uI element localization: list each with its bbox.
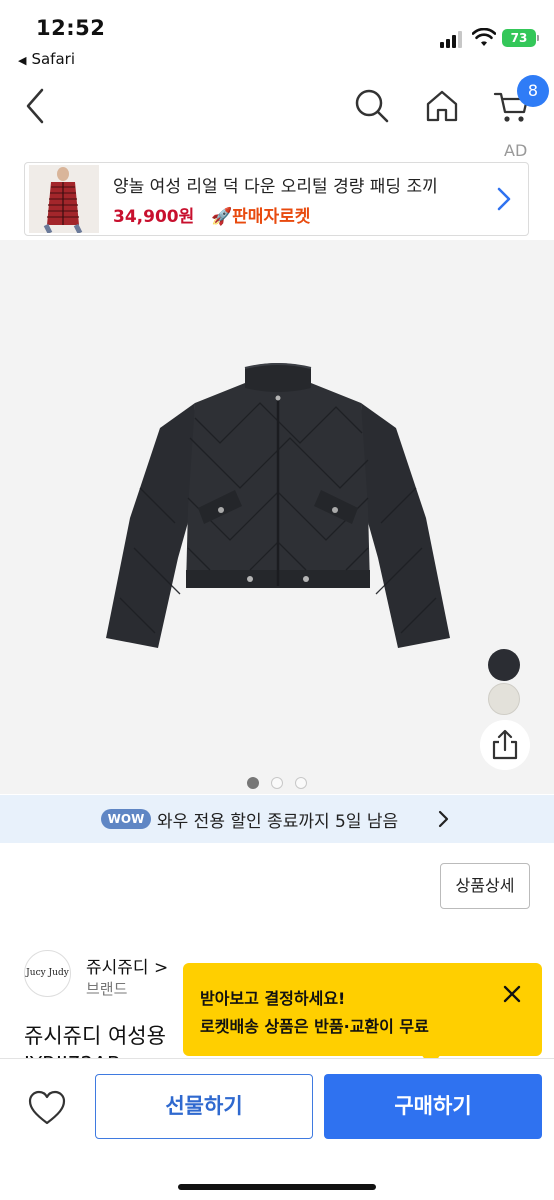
color-swatch-black[interactable] [488,649,520,681]
back-arrow-icon[interactable] [22,84,52,128]
brand-name-link[interactable]: 쥬시쥬디 > [86,953,168,978]
home-icon[interactable] [422,86,462,126]
ad-product-thumbnail [29,165,99,233]
chevron-right-icon [438,810,449,828]
chevron-right-icon [497,187,511,211]
wow-discount-banner[interactable]: WOW 와우 전용 할인 종료까지 5일 남음 [0,795,554,843]
brand-logo[interactable]: Jucy Judy [24,950,71,997]
rocket-delivery-tooltip: 받아보고 결정하세요! 로켓배송 상품은 반품·교환이 무료 [183,963,542,1056]
ad-title: 양놀 여성 리얼 덕 다운 오리털 경량 패딩 조끼 [113,177,438,197]
chevron-right-icon: > [148,958,169,978]
product-jacket-image [106,363,450,648]
wifi-icon [472,28,496,46]
back-to-app-link[interactable]: ◀ Safari [18,50,75,68]
buy-button[interactable]: 구매하기 [324,1074,542,1139]
product-detail-button[interactable]: 상품상세 [440,863,530,909]
brand-name-text: 쥬시쥬디 [86,958,149,978]
wow-badge: WOW [101,809,151,829]
tooltip-body: 로켓배송 상품은 반품·교환이 무료 [200,1017,429,1036]
close-icon[interactable] [501,983,523,1005]
gift-button[interactable]: 선물하기 [95,1074,313,1139]
product-image-gallery[interactable] [0,240,554,794]
gallery-dot-3[interactable] [295,777,307,789]
top-navigation [0,76,554,138]
tooltip-headline: 받아보고 결정하세요! [200,989,346,1008]
product-title: 쥬시쥬디 여성용 [24,1024,166,1048]
status-bar: 12:52 ◀ Safari 73 [0,0,554,76]
share-icon[interactable] [480,720,530,770]
heart-icon[interactable] [27,1089,67,1127]
color-swatch-beige[interactable] [488,683,520,715]
search-icon[interactable] [352,86,392,126]
ad-label: AD [504,141,528,160]
status-time: 12:52 [36,16,106,40]
seller-rocket-badge: 🚀판매자로켓 [211,207,311,227]
gallery-dot-2[interactable] [271,777,283,789]
back-triangle-icon: ◀ [18,54,27,67]
bottom-action-bar: 선물하기 구매하기 [0,1058,554,1200]
battery-cap [537,35,539,41]
ad-banner[interactable]: 양놀 여성 리얼 덕 다운 오리털 경량 패딩 조끼 34,900원 🚀판매자로… [24,162,529,236]
vest-image [29,165,99,233]
gallery-dot-1[interactable] [247,777,259,789]
cart-count-badge: 8 [517,75,549,107]
ad-price: 34,900원 [113,207,195,227]
battery-icon: 73 [502,29,536,47]
wow-discount-text: 와우 전용 할인 종료까지 5일 남음 [157,812,399,832]
home-indicator [178,1184,376,1190]
back-app-label: Safari [31,50,75,68]
brand-label: 브랜드 [86,980,128,998]
cellular-signal-icon [440,30,464,48]
